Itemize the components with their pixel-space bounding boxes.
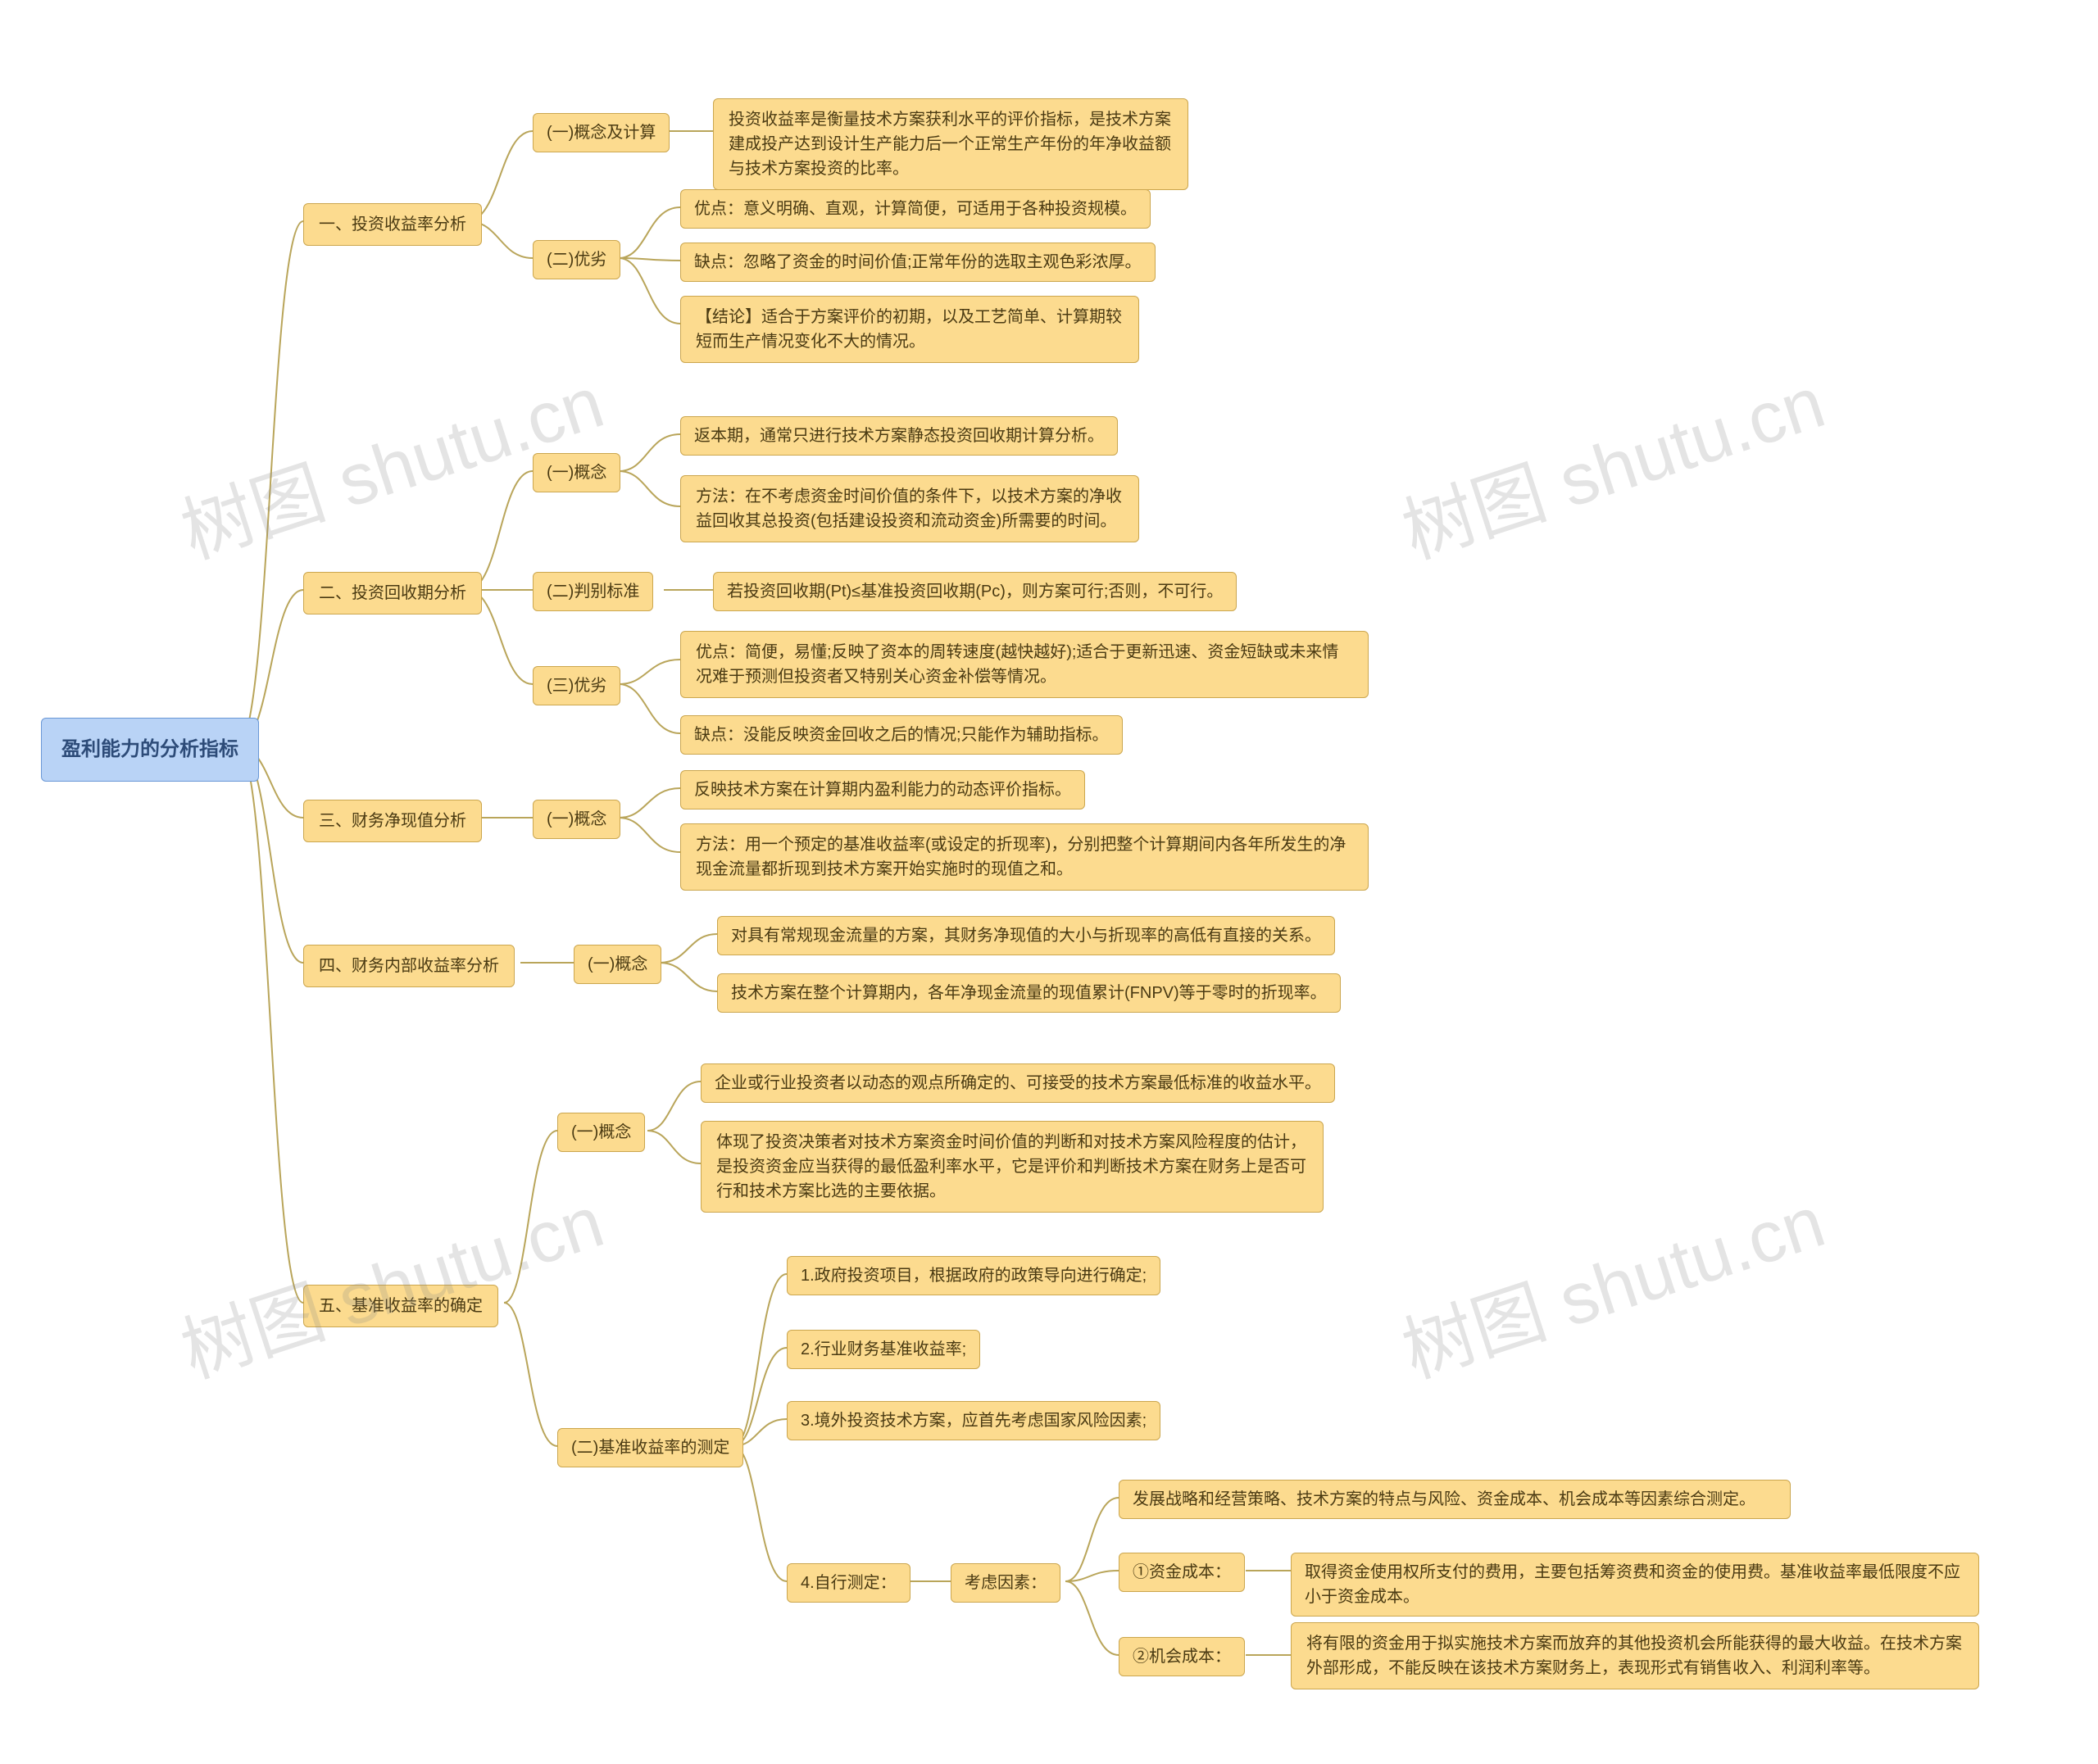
branch-5-1-leaf-1-text: 企业或行业投资者以动态的观点所确定的、可接受的技术方案最低标准的收益水平。 xyxy=(715,1074,1321,1092)
capital-cost-text: ①资金成本： xyxy=(1133,1563,1231,1581)
branch-1-label: 一、投资收益率分析 xyxy=(319,215,466,234)
branch-5-1-leaf-1[interactable]: 企业或行业投资者以动态的观点所确定的、可接受的技术方案最低标准的收益水平。 xyxy=(701,1063,1335,1103)
branch-4-1-leaf-1[interactable]: 对具有常规现金流量的方案，其财务净现值的大小与折现率的高低有直接的关系。 xyxy=(717,916,1335,955)
branch-3-1-leaf-2[interactable]: 方法：用一个预定的基准收益率(或设定的折现率)，分别把整个计算期间内各年所发生的… xyxy=(680,823,1369,891)
branch-1-2[interactable]: (二)优劣 xyxy=(533,240,620,279)
branch-3-1[interactable]: (一)概念 xyxy=(533,800,620,839)
consider-factors-text: 考虑因素： xyxy=(965,1574,1047,1592)
branch-4-1-label: (一)概念 xyxy=(588,955,647,973)
branch-5-1[interactable]: (一)概念 xyxy=(557,1113,645,1152)
branch-1-2-leaf-3[interactable]: 【结论】适合于方案评价的初期，以及工艺简单、计算期较短而生产情况变化不大的情况。 xyxy=(680,296,1139,363)
branch-1-2-label: (二)优劣 xyxy=(547,251,606,269)
branch-5-1-leaf-2-text: 体现了投资决策者对技术方案资金时间价值的判断和对技术方案风险程度的估计，是投资资… xyxy=(716,1133,1306,1200)
root-node[interactable]: 盈利能力的分析指标 xyxy=(41,718,259,782)
consider-factors-leaf-1-text: 发展战略和经营策略、技术方案的特点与风险、资金成本、机会成本等因素综合测定。 xyxy=(1133,1490,1755,1508)
branch-5-2-leaf-1-text: 1.政府投资项目，根据政府的政策导向进行确定; xyxy=(801,1267,1147,1285)
branch-2-3-label: (三)优劣 xyxy=(547,677,606,695)
branch-5-1-label: (一)概念 xyxy=(571,1123,631,1141)
capital-cost-leaf[interactable]: 取得资金使用权所支付的费用，主要包括筹资费和资金的使用费。基准收益率最低限度不应… xyxy=(1291,1553,1979,1617)
branch-2[interactable]: 二、投资回收期分析 xyxy=(303,572,482,614)
branch-2-1-leaf-2-text: 方法：在不考虑资金时间价值的条件下，以技术方案的净收益回收其总投资(包括建设投资… xyxy=(696,487,1122,530)
branch-2-2[interactable]: (二)判别标准 xyxy=(533,572,653,611)
branch-2-1-label: (一)概念 xyxy=(547,464,606,482)
branch-4-1[interactable]: (一)概念 xyxy=(574,945,661,984)
branch-1-2-leaf-2-text: 缺点：忽略了资金的时间价值;正常年份的选取主观色彩浓厚。 xyxy=(694,253,1142,271)
consider-factors-leaf-1[interactable]: 发展战略和经营策略、技术方案的特点与风险、资金成本、机会成本等因素综合测定。 xyxy=(1119,1480,1791,1519)
branch-5-2-leaf-4-text: 4.自行测定： xyxy=(801,1574,897,1592)
branch-2-2-label: (二)判别标准 xyxy=(547,583,639,601)
branch-2-2-leaf[interactable]: 若投资回收期(Pt)≤基准投资回收期(Pc)，则方案可行;否则，不可行。 xyxy=(713,572,1237,611)
branch-5-2-leaf-2-text: 2.行业财务基准收益率; xyxy=(801,1340,966,1358)
branch-1-2-leaf-3-text: 【结论】适合于方案评价的初期，以及工艺简单、计算期较短而生产情况变化不大的情况。 xyxy=(696,308,1122,351)
branch-5-2-leaf-2[interactable]: 2.行业财务基准收益率; xyxy=(787,1330,980,1369)
mind-map-canvas: 盈利能力的分析指标 一、投资收益率分析 (一)概念及计算 投资收益率是衡量技术方… xyxy=(0,0,2098,1764)
branch-2-3-leaf-2-text: 缺点：没能反映资金回收之后的情况;只能作为辅助指标。 xyxy=(694,726,1109,744)
branch-3-1-leaf-1[interactable]: 反映技术方案在计算期内盈利能力的动态评价指标。 xyxy=(680,770,1085,809)
branch-2-1-leaf-1[interactable]: 返本期，通常只进行技术方案静态投资回收期计算分析。 xyxy=(680,416,1118,456)
opportunity-cost[interactable]: ②机会成本： xyxy=(1119,1637,1245,1676)
branch-5-2-leaf-4[interactable]: 4.自行测定： xyxy=(787,1563,910,1603)
branch-2-3-leaf-1-text: 优点：简便，易懂;反映了资本的周转速度(越快越好);适合于更新迅速、资金短缺或未… xyxy=(696,643,1338,686)
branch-1-1[interactable]: (一)概念及计算 xyxy=(533,113,670,152)
branch-2-label: 二、投资回收期分析 xyxy=(319,584,466,602)
branch-2-1[interactable]: (一)概念 xyxy=(533,453,620,492)
branch-2-1-leaf-1-text: 返本期，通常只进行技术方案静态投资回收期计算分析。 xyxy=(694,427,1104,445)
branch-3-1-leaf-2-text: 方法：用一个预定的基准收益率(或设定的折现率)，分别把整个计算期间内各年所发生的… xyxy=(696,836,1346,878)
branch-4-1-leaf-2[interactable]: 技术方案在整个计算期内，各年净现金流量的现值累计(FNPV)等于零时的折现率。 xyxy=(717,973,1341,1013)
branch-4-1-leaf-2-text: 技术方案在整个计算期内，各年净现金流量的现值累计(FNPV)等于零时的折现率。 xyxy=(731,984,1327,1002)
branch-1[interactable]: 一、投资收益率分析 xyxy=(303,203,482,246)
branch-2-3-leaf-1[interactable]: 优点：简便，易懂;反映了资本的周转速度(越快越好);适合于更新迅速、资金短缺或未… xyxy=(680,631,1369,698)
branch-1-1-leaf[interactable]: 投资收益率是衡量技术方案获利水平的评价指标，是技术方案建成投产达到设计生产能力后… xyxy=(713,98,1188,190)
branch-5-1-leaf-2[interactable]: 体现了投资决策者对技术方案资金时间价值的判断和对技术方案风险程度的估计，是投资资… xyxy=(701,1121,1324,1213)
branch-1-2-leaf-1[interactable]: 优点：意义明确、直观，计算简便，可适用于各种投资规模。 xyxy=(680,189,1151,229)
branch-2-1-leaf-2[interactable]: 方法：在不考虑资金时间价值的条件下，以技术方案的净收益回收其总投资(包括建设投资… xyxy=(680,475,1139,542)
branch-5-label: 五、基准收益率的确定 xyxy=(319,1297,483,1315)
consider-factors[interactable]: 考虑因素： xyxy=(951,1563,1060,1603)
branch-4[interactable]: 四、财务内部收益率分析 xyxy=(303,945,515,987)
opportunity-cost-text: ②机会成本： xyxy=(1133,1648,1231,1666)
branch-3-1-leaf-1-text: 反映技术方案在计算期内盈利能力的动态评价指标。 xyxy=(694,781,1071,799)
branch-4-label: 四、财务内部收益率分析 xyxy=(319,957,499,975)
branch-4-1-leaf-1-text: 对具有常规现金流量的方案，其财务净现值的大小与折现率的高低有直接的关系。 xyxy=(731,927,1321,945)
opportunity-cost-leaf[interactable]: 将有限的资金用于拟实施技术方案而放弃的其他投资机会所能获得的最大收益。在技术方案… xyxy=(1291,1622,1979,1689)
branch-1-2-leaf-2[interactable]: 缺点：忽略了资金的时间价值;正常年份的选取主观色彩浓厚。 xyxy=(680,243,1156,282)
branch-3-label: 三、财务净现值分析 xyxy=(319,812,466,830)
branch-3-1-label: (一)概念 xyxy=(547,810,606,828)
branch-5-2[interactable]: (二)基准收益率的测定 xyxy=(557,1428,743,1467)
branch-2-3-leaf-2[interactable]: 缺点：没能反映资金回收之后的情况;只能作为辅助指标。 xyxy=(680,715,1123,755)
root-label: 盈利能力的分析指标 xyxy=(61,738,238,760)
branch-1-1-leaf-text: 投资收益率是衡量技术方案获利水平的评价指标，是技术方案建成投产达到设计生产能力后… xyxy=(729,111,1171,178)
branch-2-2-leaf-text: 若投资回收期(Pt)≤基准投资回收期(Pc)，则方案可行;否则，不可行。 xyxy=(727,583,1223,601)
branch-2-3[interactable]: (三)优劣 xyxy=(533,666,620,705)
branch-5-2-leaf-3[interactable]: 3.境外投资技术方案，应首先考虑国家风险因素; xyxy=(787,1401,1160,1440)
capital-cost[interactable]: ①资金成本： xyxy=(1119,1553,1245,1592)
branch-5-2-leaf-1[interactable]: 1.政府投资项目，根据政府的政策导向进行确定; xyxy=(787,1256,1160,1295)
opportunity-cost-leaf-text: 将有限的资金用于拟实施技术方案而放弃的其他投资机会所能获得的最大收益。在技术方案… xyxy=(1306,1635,1962,1677)
branch-5-2-label: (二)基准收益率的测定 xyxy=(571,1439,729,1457)
branch-5[interactable]: 五、基准收益率的确定 xyxy=(303,1285,498,1327)
branch-5-2-leaf-3-text: 3.境外投资技术方案，应首先考虑国家风险因素; xyxy=(801,1412,1147,1430)
branch-1-1-label: (一)概念及计算 xyxy=(547,124,656,142)
capital-cost-leaf-text: 取得资金使用权所支付的费用，主要包括筹资费和资金的使用费。基准收益率最低限度不应… xyxy=(1305,1563,1960,1606)
branch-1-2-leaf-1-text: 优点：意义明确、直观，计算简便，可适用于各种投资规模。 xyxy=(694,200,1137,218)
branch-3[interactable]: 三、财务净现值分析 xyxy=(303,800,482,842)
